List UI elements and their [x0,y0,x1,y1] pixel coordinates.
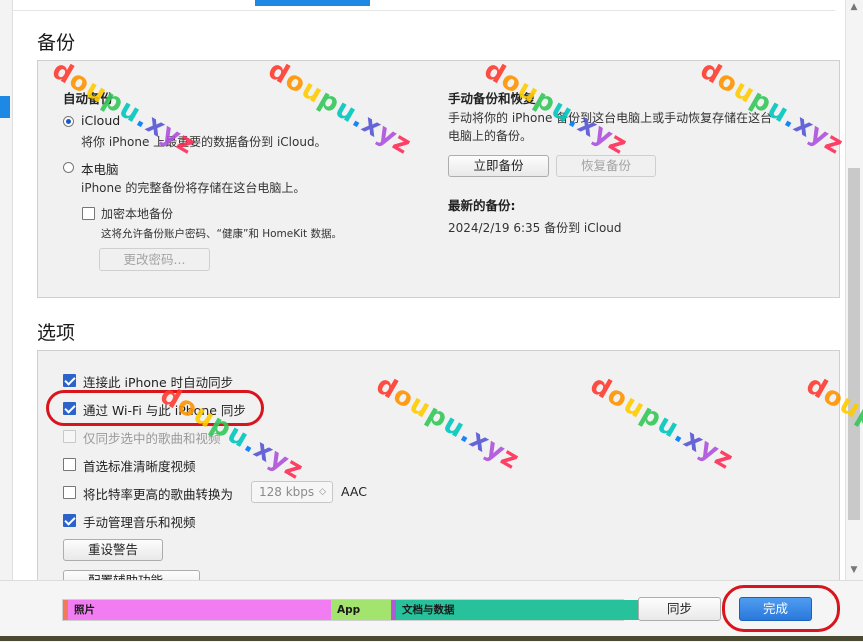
capacity-segment-photos: 照片 [68,600,331,620]
computer-description: iPhone 的完整备份将存储在这台电脑上。 [81,181,306,195]
encrypt-backup-description: 这将允许备份账户密码、“健康”和 HomeKit 数据。 [101,228,342,240]
capacity-segment-documents: 文档与数据 [396,600,643,620]
convert-bitrate-label[interactable]: 将比特率更高的歌曲转换为 [83,484,233,503]
restore-backup-button[interactable]: 恢复备份 [556,155,656,177]
scroll-up-icon[interactable]: ▲ [849,2,859,12]
manual-manage-label[interactable]: 手动管理音乐和视频 [83,512,196,531]
chevron-down-icon: ◇ [319,487,326,497]
convert-bitrate-checkbox[interactable] [63,486,76,499]
capacity-bar: 照片 App 文档与数据 [62,599,683,621]
icloud-description: 将你 iPhone 上最重要的数据备份到 iCloud。 [81,135,327,149]
auto-sync-checkbox[interactable] [63,374,76,387]
icloud-radio[interactable] [63,116,74,127]
scroll-down-icon[interactable]: ▼ [849,565,859,575]
desktop-background-strip [0,636,863,641]
sidebar-selection-indicator [0,96,10,118]
reset-warnings-button[interactable]: 重设警告 [63,539,163,561]
latest-backup-heading: 最新的备份: [448,198,516,213]
sync-selected-only-checkbox[interactable] [63,430,76,443]
bitrate-select-value: 128 kbps [259,485,315,499]
manual-manage-checkbox[interactable] [63,514,76,527]
sync-button[interactable]: 同步 [638,597,721,621]
latest-backup-value: 2024/2/19 6:35 备份到 iCloud [448,221,622,235]
prefer-sd-video-label[interactable]: 首选标准清晰度视频 [83,456,196,475]
encrypt-backup-label[interactable]: 加密本地备份 [101,205,173,222]
manual-backup-description-line2: 电脑上的备份。 [448,129,533,143]
capacity-segment-apps: App [331,600,391,620]
backup-now-button[interactable]: 立即备份 [448,155,549,177]
bitrate-format-label: AAC [341,484,367,499]
options-section-title: 选项 [37,322,76,344]
encrypt-backup-checkbox[interactable] [82,207,95,220]
auto-sync-label[interactable]: 连接此 iPhone 时自动同步 [83,372,233,391]
backup-section-title: 备份 [37,32,76,54]
computer-radio-label[interactable]: 本电脑 [81,159,119,178]
computer-radio[interactable] [63,162,74,173]
active-tab-indicator[interactable] [255,0,370,6]
prefer-sd-video-checkbox[interactable] [63,458,76,471]
change-password-button[interactable]: 更改密码... [99,248,210,271]
scrollbar-thumb[interactable] [848,168,860,520]
header-divider [12,10,835,11]
highlight-oval-done [722,585,840,632]
